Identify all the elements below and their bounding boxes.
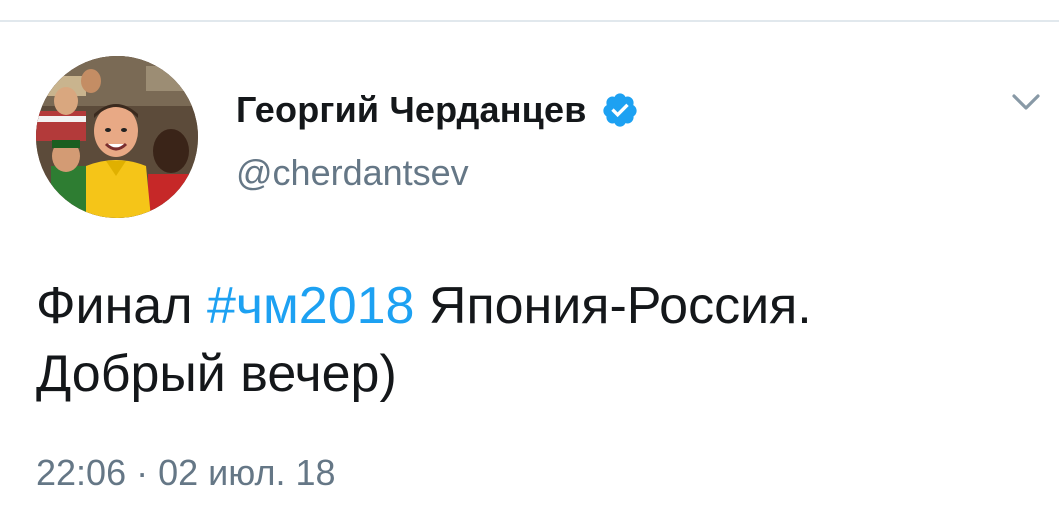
tweet-text-after-hashtag: Япония-Россия. [414,277,812,335]
tweet-text-second-line: Добрый вечер) [36,345,397,403]
hashtag-link[interactable]: #чм2018 [207,277,414,335]
tweet-card: Георгий Черданцев @cherdantsev Финал #чм… [0,22,1059,524]
author-handle[interactable]: @cherdantsev [236,152,469,194]
tweet-date: 02 июл. 18 [158,452,336,493]
timestamp-separator: · [126,452,159,493]
author-display-name[interactable]: Георгий Черданцев [236,89,587,131]
avatar[interactable] [36,56,198,218]
author-name-row: Георгий Черданцев [236,89,639,131]
verified-badge-icon [601,91,639,129]
tweet-menu-button[interactable] [1006,82,1046,122]
tweet-text-prefix: Финал [36,277,208,335]
tweet-text: Финал #чм2018 Япония-Россия. Добрый вече… [36,272,1046,408]
top-divider [0,0,1059,22]
avatar-photo [36,56,198,218]
tweet-time: 22:06 [36,452,127,493]
chevron-down-icon [1012,94,1040,110]
tweet-timestamp[interactable]: 22:06 · 02 июл. 18 [36,452,336,494]
